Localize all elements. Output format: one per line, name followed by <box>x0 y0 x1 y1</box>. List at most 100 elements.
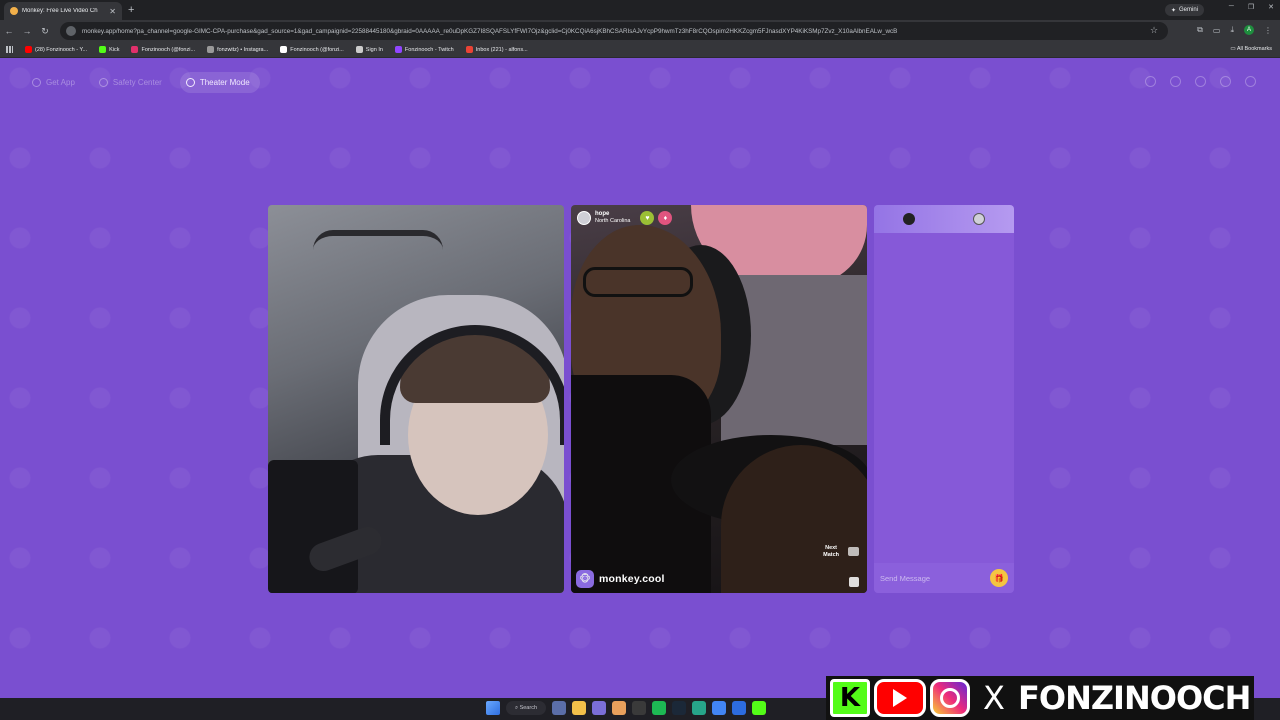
gemini-label: Gemini <box>1178 7 1198 13</box>
remote-user-chip[interactable]: hope North Carolina ♥ ♦ <box>577 211 673 225</box>
obs-icon[interactable] <box>632 701 646 715</box>
instagram-logo-icon <box>930 679 970 717</box>
local-video <box>268 205 564 593</box>
sparkle-icon: ✦ <box>1170 7 1176 14</box>
monkey-favicon-icon <box>10 7 18 15</box>
remote-user-location: North Carolina <box>595 218 631 224</box>
extensions-icon[interactable]: ⧉ <box>1197 25 1203 35</box>
side-panel-icon[interactable]: ▭ <box>1213 26 1221 35</box>
settings-icon[interactable] <box>552 701 566 715</box>
toolbar-right: ⧉ ▭ ⤓ A ⋮ <box>1197 25 1272 35</box>
mic-arm-shape <box>268 460 358 593</box>
address-bar: ← → ↻ monkey.app/home?pa_channel=google-… <box>0 20 1280 42</box>
youtube-logo-icon <box>874 679 926 717</box>
url-input[interactable]: monkey.app/home?pa_channel=google-GIMC-C… <box>60 22 1168 40</box>
tab-title: Monkey: Free Live Video Ch <box>22 8 98 14</box>
start-icon[interactable] <box>486 701 500 715</box>
video-stage: hope North Carolina ♥ ♦ Next Match 🐵 mon… <box>266 203 1016 595</box>
bookmark-sign-in[interactable]: Sign In <box>355 46 383 53</box>
kick-logo-icon: K <box>830 679 870 717</box>
tab-strip: Monkey: Free Live Video Ch ✕ + ✦ Gemini … <box>0 0 1280 20</box>
reload-icon[interactable]: ↻ <box>36 26 54 37</box>
history-icon[interactable] <box>1195 76 1206 87</box>
expand-icon <box>185 78 195 87</box>
all-bookmarks-button[interactable]: ▭ All Bookmarks <box>1230 46 1272 52</box>
add-friend-icon[interactable]: ♥ <box>640 211 655 225</box>
next-match-label: Next Match <box>823 545 839 558</box>
restore-icon[interactable]: ❐ <box>1248 3 1254 11</box>
x-icon <box>280 46 288 53</box>
taskbar-search[interactable]: ⌕ Search <box>506 701 546 715</box>
app-icon[interactable] <box>692 701 706 715</box>
discord-icon[interactable] <box>592 701 606 715</box>
bookmarks-bar: (28) Fonzinooch - Y... Kick Fonzinooch (… <box>0 42 1280 58</box>
bookmark-twitch[interactable]: Fonzinooch - Twitch <box>394 46 454 53</box>
vlc-icon[interactable] <box>612 701 626 715</box>
get-app-button[interactable]: Get App <box>26 72 85 93</box>
my-avatar[interactable] <box>903 213 915 225</box>
bookmark-inbox[interactable]: Inbox (221) - alfons... <box>465 46 528 53</box>
instagram-icon <box>131 46 139 53</box>
minimize-icon[interactable]: ─ <box>1229 3 1234 11</box>
apps-grid-icon[interactable] <box>6 46 13 53</box>
new-tab-icon[interactable]: + <box>128 4 134 16</box>
downloads-icon[interactable]: ⤓ <box>1230 25 1234 35</box>
partner-avatar[interactable] <box>973 213 985 225</box>
file-explorer-icon[interactable] <box>572 701 586 715</box>
background-object <box>313 230 443 280</box>
remote-user-info: hope North Carolina <box>595 211 630 225</box>
spotify-icon[interactable] <box>652 701 666 715</box>
streamer-overlay: K X FONZINOOCH <box>826 676 1255 720</box>
report-icon[interactable] <box>849 577 859 587</box>
coins-icon[interactable] <box>1170 76 1181 87</box>
top-nav-right <box>1145 76 1256 87</box>
url-text: monkey.app/home?pa_channel=google-GIMC-C… <box>82 27 898 35</box>
remote-video: hope North Carolina ♥ ♦ Next Match 🐵 mon… <box>571 205 867 593</box>
bookmark-youtube[interactable]: (28) Fonzinooch - Y... <box>25 46 87 53</box>
bookmark-x[interactable]: Fonzinooch (@fonzi... <box>280 46 344 53</box>
profile-avatar[interactable]: A <box>1244 25 1254 35</box>
chrome-icon[interactable] <box>712 701 726 715</box>
bookmark-kick[interactable]: Kick <box>99 46 119 53</box>
monkey-watermark: 🐵 monkey.cool <box>576 570 665 588</box>
youtube-icon <box>25 46 32 53</box>
kick-app-icon[interactable] <box>752 701 766 715</box>
messages-icon[interactable] <box>1220 76 1231 87</box>
window-controls: ─ ❐ ✕ <box>1229 3 1274 11</box>
site-info-icon[interactable] <box>66 26 76 36</box>
close-window-icon[interactable]: ✕ <box>1268 3 1274 11</box>
watermark-text: monkey.cool <box>599 573 665 585</box>
phone-icon <box>32 78 41 87</box>
remote-avatar[interactable] <box>577 211 591 225</box>
chat-input[interactable]: Send Message <box>880 574 990 583</box>
taskbar-items: ⌕ Search <box>486 701 766 715</box>
top-nav: Get App Safety Center Theater Mode <box>26 72 260 93</box>
forward-icon[interactable]: → <box>18 26 36 36</box>
chat-panel: Send Message 🎁 <box>874 205 1014 593</box>
steam-icon[interactable] <box>672 701 686 715</box>
chat-input-bar: Send Message 🎁 <box>874 563 1014 593</box>
safety-center-button[interactable]: Safety Center <box>93 72 172 93</box>
streamer-name: FONZINOOCH <box>1018 679 1251 717</box>
bookmark-instagram-1[interactable]: Fonzinooch (@fonzi... <box>131 46 195 53</box>
theater-mode-button[interactable]: Theater Mode <box>179 72 260 93</box>
chat-header <box>874 205 1014 233</box>
close-tab-icon[interactable]: ✕ <box>109 7 116 16</box>
twitch-icon <box>394 46 402 53</box>
back-icon[interactable]: ← <box>0 26 18 36</box>
search-icon[interactable] <box>1145 76 1156 87</box>
gift-icon[interactable]: ♦ <box>658 211 673 225</box>
menu-icon[interactable]: ⋮ <box>1264 26 1272 35</box>
monkey-page: Get App Safety Center Theater Mode hope … <box>0 58 1280 698</box>
tab-monkey[interactable]: Monkey: Free Live Video Ch ✕ <box>4 2 122 20</box>
remote-user-name: hope <box>595 211 610 217</box>
edge-icon[interactable] <box>732 701 746 715</box>
next-match-button[interactable] <box>848 547 859 556</box>
bookmark-instagram-2[interactable]: fonzwitz) • Instagra... <box>207 46 268 53</box>
gift-button-icon[interactable]: 🎁 <box>990 569 1008 587</box>
gemini-button[interactable]: ✦ Gemini <box>1164 4 1204 16</box>
bookmark-star-icon[interactable]: ☆ <box>1150 25 1158 36</box>
profile-icon[interactable] <box>1245 76 1256 87</box>
sign-in-icon <box>355 46 363 53</box>
gmail-icon <box>465 46 473 53</box>
